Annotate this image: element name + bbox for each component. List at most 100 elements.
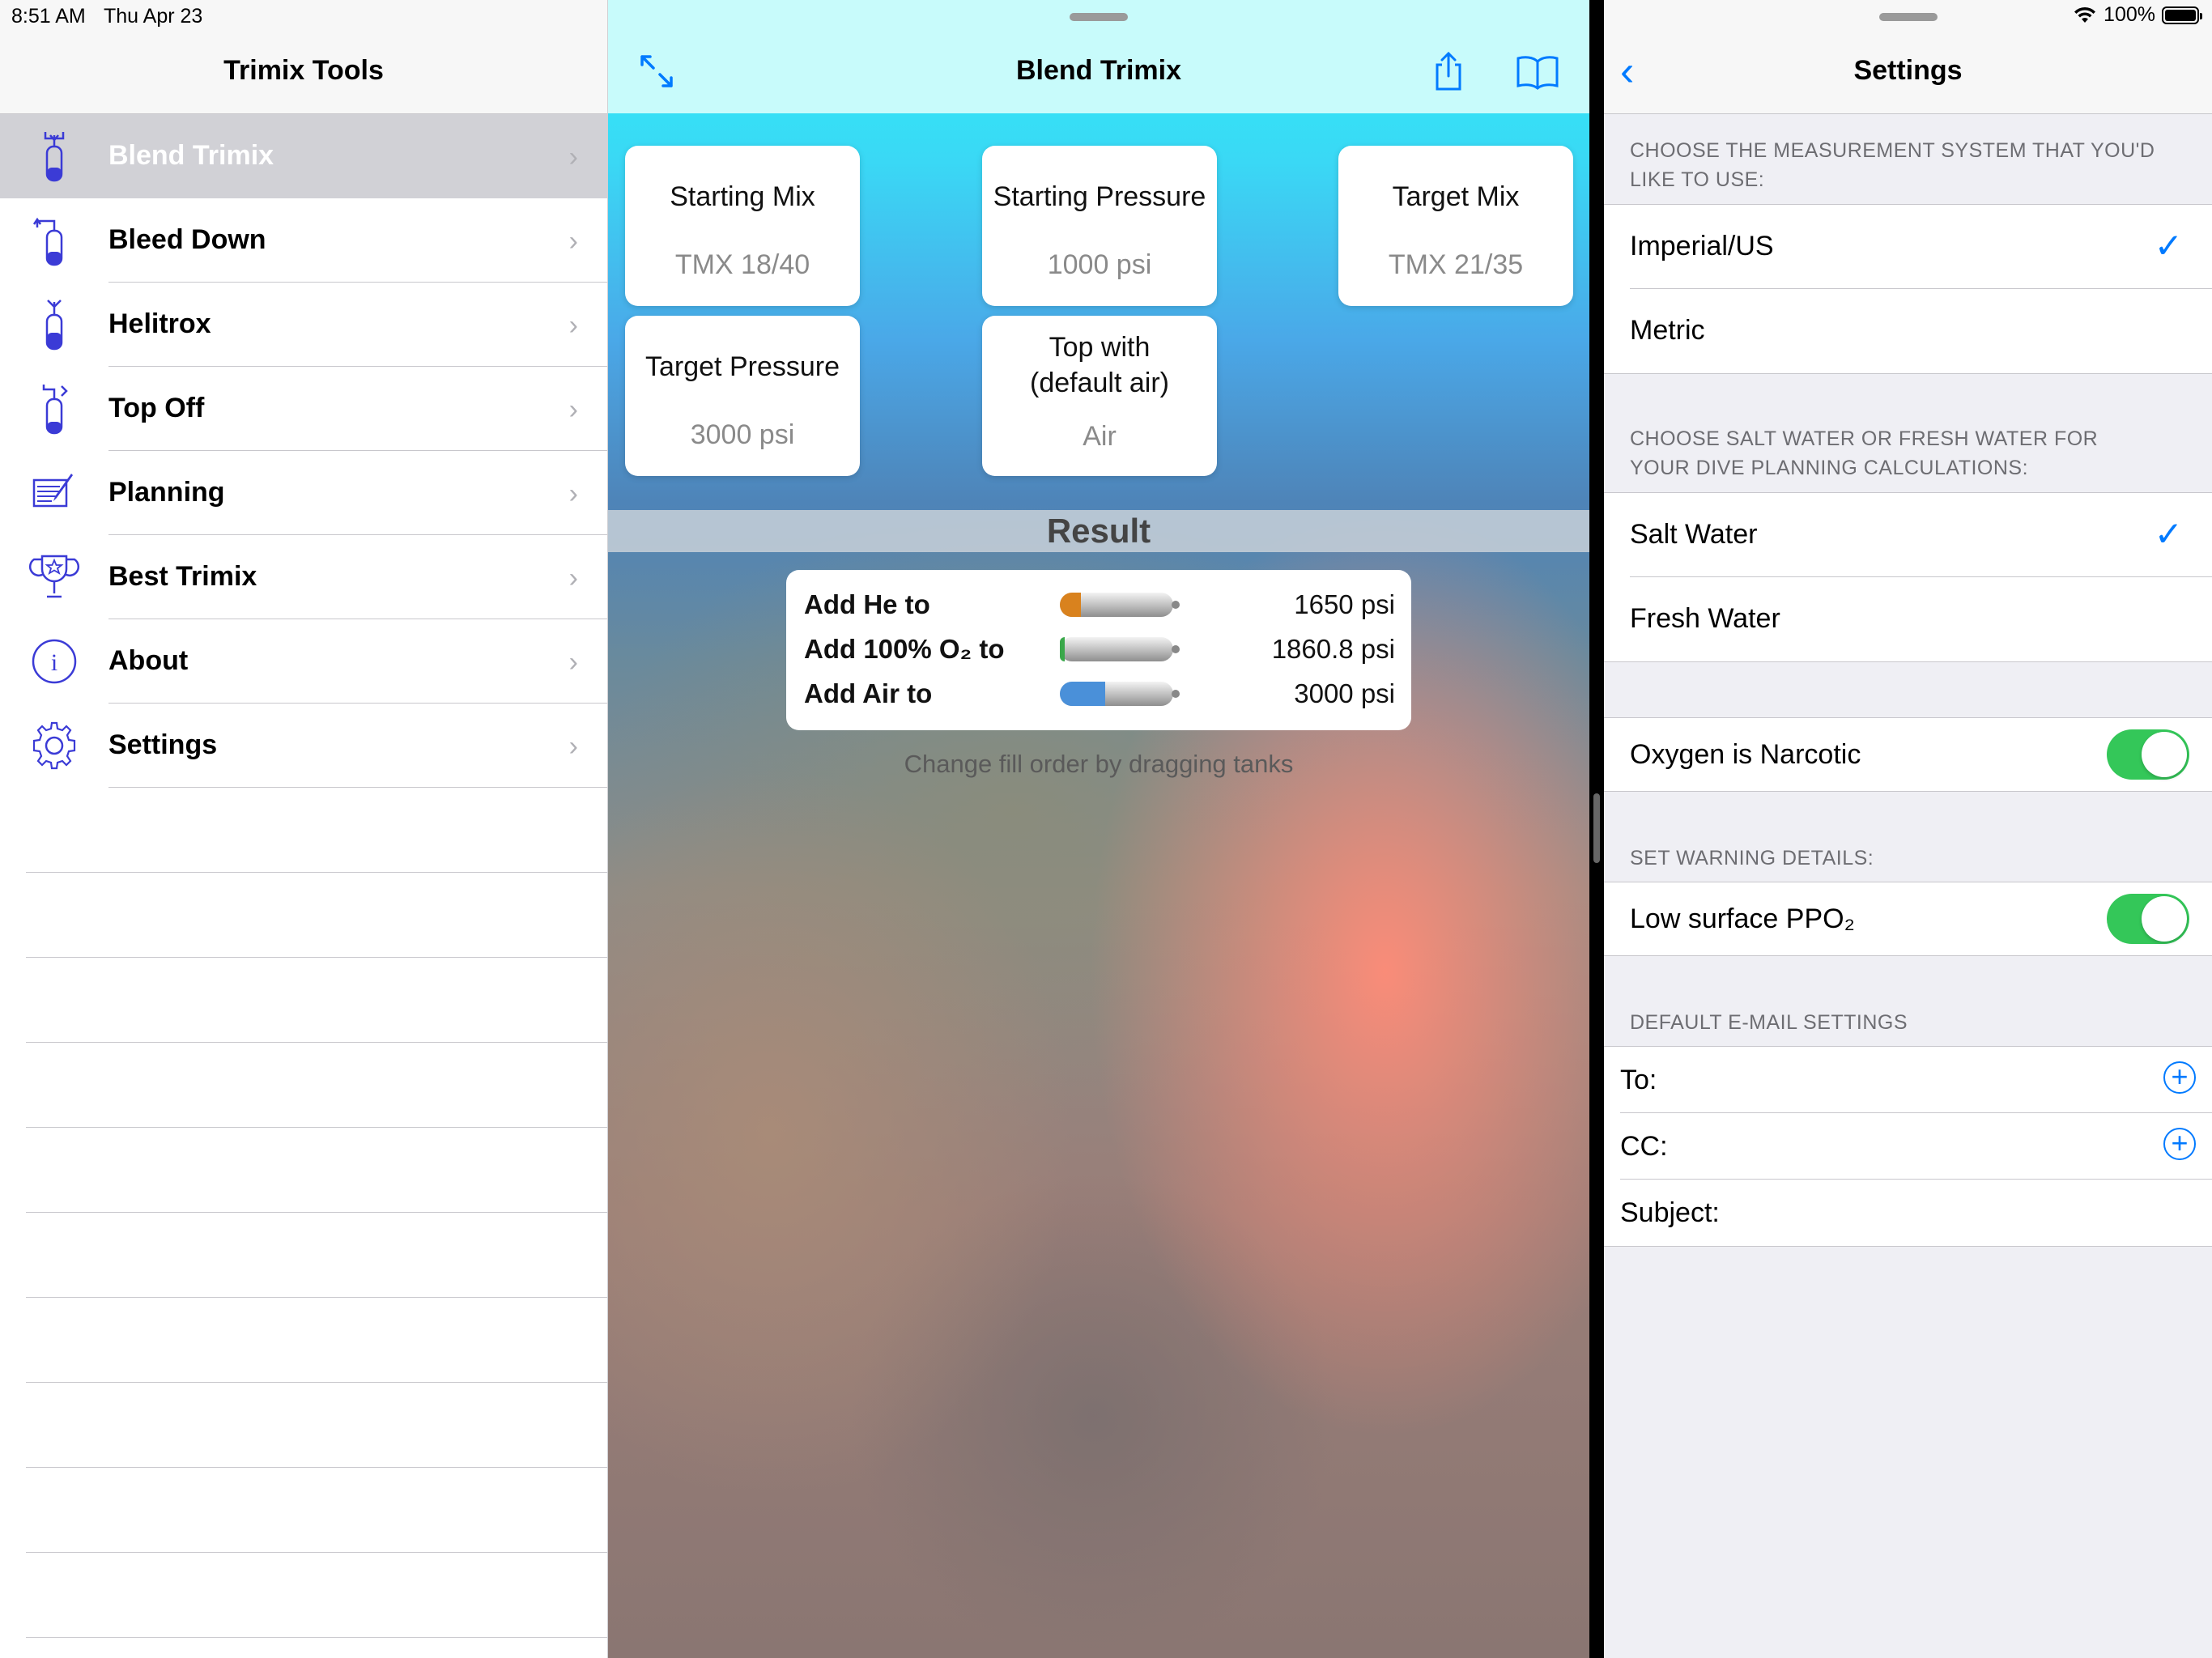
wifi-icon [2074, 6, 2096, 23]
sidebar-item-label: Planning [108, 477, 225, 508]
email-section-header: DEFAULT E-MAIL SETTINGS [1630, 1011, 1908, 1034]
sidebar-item-settings[interactable]: Settings › [0, 704, 607, 788]
card-title-line1: Top with [1049, 332, 1151, 363]
sidebar-title: Trimix Tools [223, 55, 384, 86]
result-header: Result [608, 510, 1589, 552]
card-value: 3000 psi [690, 419, 795, 450]
chevron-right-icon: › [568, 731, 578, 762]
result-value: 3000 psi [1294, 678, 1395, 708]
low-ppo2-toggle[interactable] [2107, 894, 2189, 944]
option-label: Salt Water [1630, 519, 1758, 550]
chevron-right-icon: › [568, 310, 578, 341]
checkmark-icon: ✓ [2154, 227, 2183, 265]
card-value: TMX 18/40 [674, 249, 810, 280]
oxygen-tank-icon[interactable] [1060, 637, 1180, 661]
share-icon[interactable] [1429, 50, 1468, 92]
top-with-card[interactable]: Top with (default air) Air [982, 316, 1217, 476]
add-cc-icon[interactable]: + [2163, 1128, 2196, 1160]
email-subject-row[interactable]: Subject: [1604, 1180, 2212, 1246]
oxygen-narcotic-toggle[interactable] [2107, 729, 2189, 780]
sidebar-item-label: Helitrox [108, 308, 211, 339]
sidebar-item-best-trimix[interactable]: Best Trimix › [0, 535, 607, 619]
sidebar-item-helitrox[interactable]: Helitrox › [0, 283, 607, 367]
salt-water-option[interactable]: Salt Water ✓ [1604, 493, 2212, 577]
divider-handle[interactable] [1593, 793, 1600, 863]
metric-option[interactable]: Metric [1604, 289, 2212, 373]
status-time: 8:51 AM [11, 5, 86, 28]
card-title-line2: (default air) [1030, 368, 1169, 398]
split-view-divider[interactable] [1589, 0, 1604, 1658]
email-cc-label: CC: [1620, 1131, 1668, 1162]
option-label: Low surface PPO₂ [1630, 903, 1855, 934]
sidebar-item-blend-trimix[interactable]: Blend Trimix › [0, 114, 607, 198]
fill-order-hint: Change fill order by dragging tanks [904, 750, 1294, 778]
chevron-right-icon: › [568, 647, 578, 678]
trophy-icon [28, 555, 80, 598]
result-card: Add He to 1650 psi Add 100% O₂ to 1860.8… [786, 570, 1411, 730]
status-date: Thu Apr 23 [104, 5, 203, 28]
sidebar-item-bleed-down[interactable]: Bleed Down › [0, 198, 607, 283]
card-value: 1000 psi [1047, 249, 1152, 280]
book-icon[interactable] [1515, 50, 1560, 92]
air-tank-icon[interactable] [1060, 682, 1180, 706]
option-label: Oxygen is Narcotic [1630, 739, 1861, 770]
battery-percent: 100% [2104, 3, 2155, 26]
status-right: 100% [2073, 3, 2202, 27]
helitrox-tank-icon [45, 300, 63, 351]
option-label: Metric [1630, 315, 1705, 346]
fresh-water-option[interactable]: Fresh Water [1604, 577, 2212, 661]
sidebar-item-label: Blend Trimix [108, 140, 274, 171]
starting-mix-card[interactable]: Starting Mix TMX 18/40 [625, 146, 860, 306]
card-value: TMX 21/35 [1388, 249, 1524, 280]
email-cc-row[interactable]: CC: + [1604, 1113, 2212, 1180]
chevron-right-icon: › [568, 394, 578, 425]
sidebar: Trimix Tools Blend Trimix › Bleed Down ›… [0, 0, 608, 1658]
card-title: Target Mix [1392, 181, 1520, 212]
result-label: Add He to [804, 589, 930, 619]
imperial-option[interactable]: Imperial/US ✓ [1604, 205, 2212, 289]
blend-panel: Blend Trimix Starting Mix TMX 18/40 Star… [608, 0, 1589, 1658]
sidebar-item-label: Settings [108, 729, 218, 760]
result-value: 1650 psi [1294, 589, 1395, 619]
settings-title: Settings [1853, 55, 1963, 86]
email-to-row[interactable]: To: + [1604, 1047, 2212, 1113]
card-title: Target Pressure [645, 351, 840, 382]
starting-pressure-card[interactable]: Starting Pressure 1000 psi [982, 146, 1217, 306]
email-group: To: + CC: + Subject: [1604, 1046, 2212, 1247]
helium-tank-icon[interactable] [1060, 593, 1180, 617]
empty-list-area [0, 788, 607, 1638]
info-icon: i [32, 639, 77, 684]
blend-tank-icon [44, 132, 65, 182]
warning-section-header: SET WARNING DETAILS: [1630, 847, 1874, 869]
card-value: Air [1083, 421, 1117, 452]
result-row-air: Add Air to 3000 psi [804, 672, 1395, 712]
target-pressure-card[interactable]: Target Pressure 3000 psi [625, 316, 860, 476]
result-row-o2: Add 100% O₂ to 1860.8 psi [804, 627, 1395, 668]
sidebar-item-about[interactable]: i About › [0, 619, 607, 704]
card-title: Starting Mix [670, 181, 815, 212]
email-subject-label: Subject: [1620, 1197, 1720, 1228]
target-mix-card[interactable]: Target Mix TMX 21/35 [1338, 146, 1573, 306]
measurement-section-header: CHOOSE THE MEASUREMENT SYSTEM THAT YOU'D… [1630, 139, 2155, 191]
topoff-tank-icon [42, 385, 68, 435]
sidebar-item-label: Best Trimix [108, 561, 257, 592]
water-section-header: CHOOSE SALT WATER OR FRESH WATER FOR YOU… [1630, 427, 2099, 479]
battery-icon [2162, 6, 2202, 24]
water-group: Salt Water ✓ Fresh Water [1604, 492, 2212, 662]
result-label: Add Air to [804, 678, 933, 708]
sidebar-item-planning[interactable]: Planning › [0, 451, 607, 535]
option-label: Imperial/US [1630, 231, 1774, 261]
oxygen-narcotic-row: Oxygen is Narcotic [1604, 718, 2212, 791]
oxygen-narcotic-group: Oxygen is Narcotic [1604, 717, 2212, 792]
low-ppo2-row: Low surface PPO₂ [1604, 882, 2212, 955]
warning-group: Low surface PPO₂ [1604, 882, 2212, 956]
sidebar-item-label: About [108, 645, 189, 676]
result-label: Add 100% O₂ to [804, 634, 1005, 664]
sidebar-item-top-off[interactable]: Top Off › [0, 367, 607, 451]
sidebar-item-label: Bleed Down [108, 224, 266, 255]
email-to-label: To: [1620, 1065, 1657, 1095]
status-bar: 8:51 AM Thu Apr 23 100% [0, 0, 2212, 32]
chevron-right-icon: › [568, 226, 578, 257]
checkmark-icon: ✓ [2154, 515, 2183, 553]
add-recipient-icon[interactable]: + [2163, 1061, 2196, 1094]
